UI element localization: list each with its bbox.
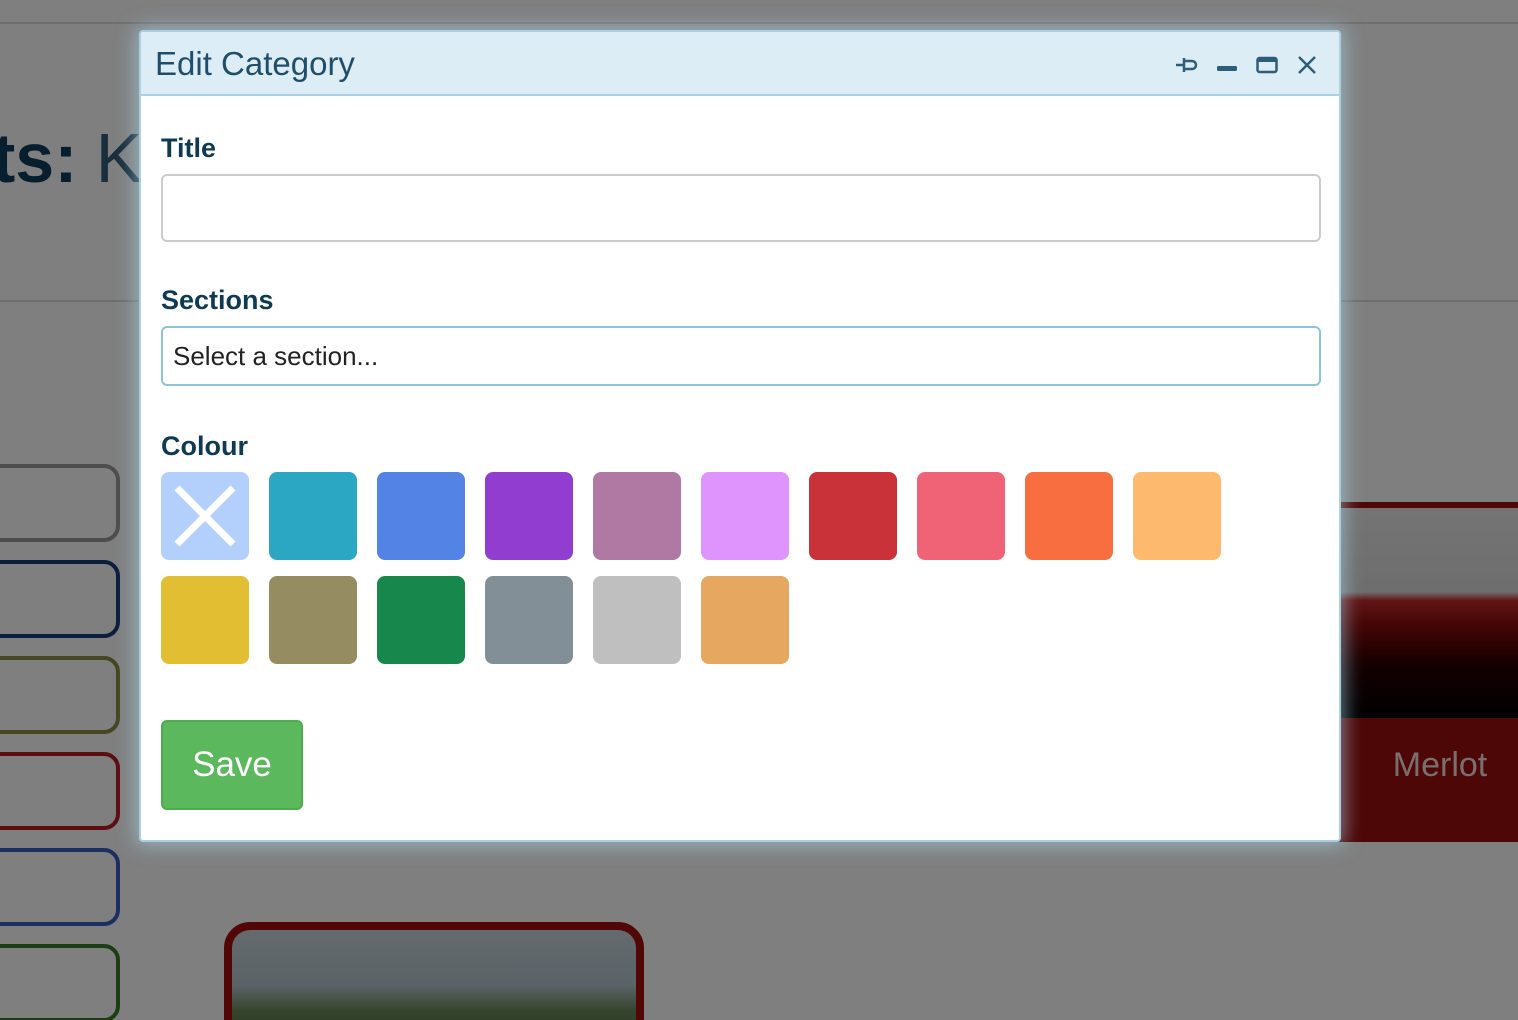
- colour-swatch-olive[interactable]: [269, 576, 357, 664]
- colour-swatch-blue[interactable]: [377, 472, 465, 560]
- pin-button[interactable]: [1169, 50, 1205, 80]
- colour-swatch-orange[interactable]: [1025, 472, 1113, 560]
- colour-swatch-slate[interactable]: [485, 576, 573, 664]
- colour-swatch-lilac[interactable]: [701, 472, 789, 560]
- x-icon: [174, 485, 236, 547]
- maximize-icon: [1256, 56, 1278, 74]
- sections-select[interactable]: Select a section...: [161, 326, 1321, 386]
- colour-swatch-red[interactable]: [809, 472, 897, 560]
- minimize-icon: [1217, 66, 1237, 71]
- edit-category-dialog: Edit Category Title Sections Select a se…: [139, 30, 1341, 842]
- colour-swatch-tan[interactable]: [701, 576, 789, 664]
- title-label: Title: [161, 133, 217, 163]
- colour-swatch-peach[interactable]: [1133, 472, 1221, 560]
- sections-label: Sections: [161, 285, 274, 315]
- colour-swatch-mauve[interactable]: [593, 472, 681, 560]
- title-input[interactable]: [161, 174, 1321, 242]
- maximize-button[interactable]: [1249, 50, 1285, 80]
- title-actions: [1165, 50, 1325, 80]
- pin-icon: [1176, 58, 1198, 72]
- colour-swatch-silver[interactable]: [593, 576, 681, 664]
- dialog-body: Title Sections Select a section... Colou…: [161, 96, 1321, 840]
- sections-select-placeholder: Select a section...: [173, 340, 379, 371]
- dialog-titlebar[interactable]: Edit Category: [141, 32, 1339, 96]
- save-button[interactable]: Save: [161, 720, 303, 810]
- colour-swatch-yellow[interactable]: [161, 576, 249, 664]
- colour-swatch-none[interactable]: [161, 472, 249, 560]
- colour-swatch-purple[interactable]: [485, 472, 573, 560]
- dialog-title: Edit Category: [155, 45, 355, 82]
- close-icon: [1298, 56, 1316, 74]
- colour-swatch-pink[interactable]: [917, 472, 1005, 560]
- close-button[interactable]: [1289, 50, 1325, 80]
- colour-swatch-green[interactable]: [377, 576, 465, 664]
- colour-swatch-teal[interactable]: [269, 472, 357, 560]
- minimize-button[interactable]: [1209, 50, 1245, 80]
- colour-label: Colour: [161, 431, 248, 461]
